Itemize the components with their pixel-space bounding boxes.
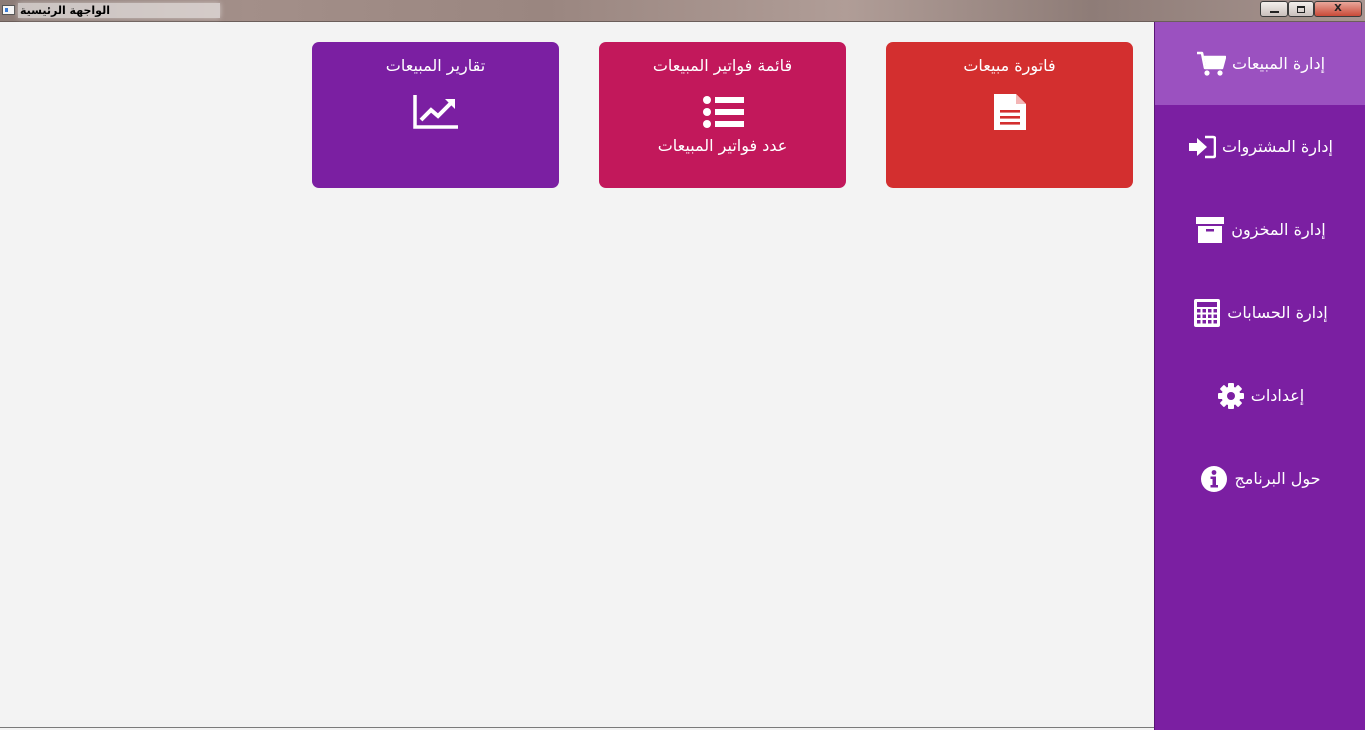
sidebar-item-inventory[interactable]: إدارة المخزون: [1155, 188, 1365, 271]
window-title-bar: الواجهة الرئيسية X: [0, 0, 1365, 22]
line-chart-icon: [312, 94, 559, 130]
status-divider: [0, 727, 1154, 728]
sidebar-item-accounts[interactable]: إدارة الحسابات: [1155, 271, 1365, 354]
gear-icon: [1217, 382, 1245, 410]
sidebar-item-about[interactable]: حول البرنامج: [1155, 437, 1365, 520]
tile-sales-reports-title: تقارير المبيعات: [385, 56, 486, 75]
window-title-area: الواجهة الرئيسية: [18, 3, 220, 18]
list-icon: [599, 96, 846, 128]
sidebar-item-label: إدارة الحسابات: [1227, 303, 1328, 322]
sidebar-item-label: حول البرنامج: [1234, 469, 1321, 488]
info-icon: [1200, 465, 1228, 493]
minimize-icon: [1269, 11, 1279, 13]
shopping-cart-icon: [1196, 51, 1226, 77]
sidebar-item-sales[interactable]: إدارة المبيعات: [1155, 22, 1365, 105]
sign-in-icon: [1188, 135, 1217, 159]
sidebar-item-label: إدارة المشتروات: [1222, 137, 1333, 156]
tile-sales-invoice-title: فاتورة مبيعات: [963, 56, 1056, 75]
restore-icon: [1297, 5, 1305, 13]
archive-box-icon: [1195, 216, 1225, 244]
sidebar-item-label: إعدادات: [1250, 386, 1305, 405]
close-button[interactable]: X: [1314, 1, 1362, 17]
sidebar-item-label: إدارة المبيعات: [1231, 54, 1326, 73]
calculator-icon: [1193, 298, 1221, 328]
sidebar-item-purchases[interactable]: إدارة المشتروات: [1155, 105, 1365, 188]
sidebar-item-label: إدارة المخزون: [1231, 220, 1326, 239]
close-icon: X: [1334, 3, 1342, 14]
app-icon: [2, 5, 15, 15]
sidebar-item-settings[interactable]: إعدادات: [1155, 354, 1365, 437]
tile-sales-invoice[interactable]: فاتورة مبيعات: [886, 42, 1133, 188]
tile-sales-invoices-count: عدد فواتير المبيعات: [657, 136, 788, 155]
tile-sales-invoices-list-title: قائمة فواتير المبيعات: [652, 56, 793, 75]
tile-sales-reports[interactable]: تقارير المبيعات: [312, 42, 559, 188]
window-title: الواجهة الرئيسية: [20, 4, 110, 17]
tile-sales-invoices-list[interactable]: قائمة فواتير المبيعات عدد فواتير المبيعا…: [599, 42, 846, 188]
maximize-button[interactable]: [1288, 1, 1314, 17]
document-icon: [886, 92, 1133, 132]
minimize-button[interactable]: [1260, 1, 1288, 17]
sidebar: إدارة المبيعات إدارة المشتروات إدارة الم…: [1154, 22, 1365, 730]
